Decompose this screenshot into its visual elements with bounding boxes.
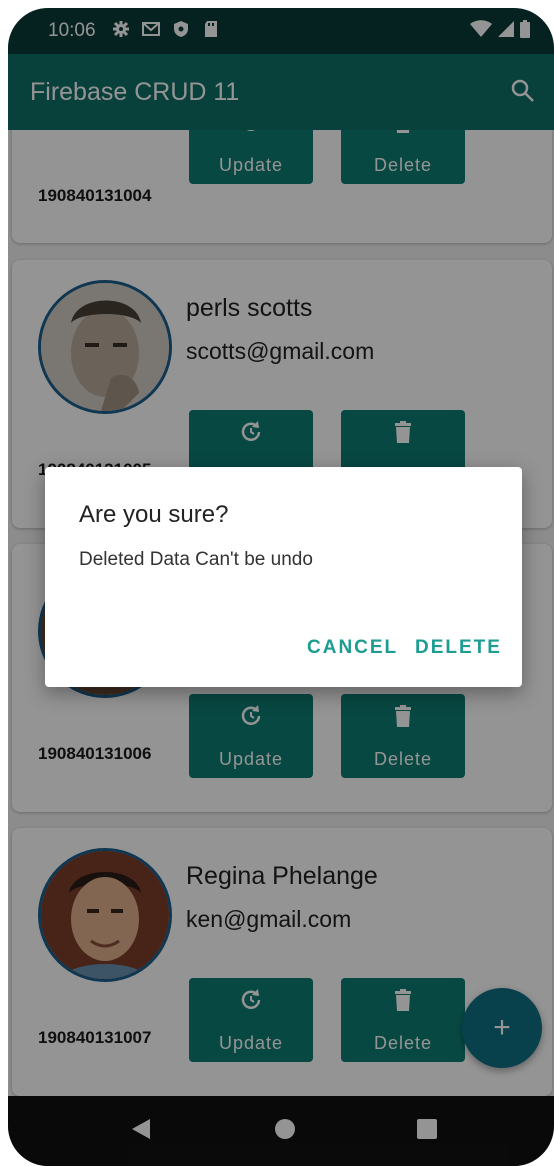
dialog-message: Deleted Data Can't be undo — [79, 549, 313, 570]
phone-frame: 10:06 Firebase CRUD 11 190840131004 Upda… — [0, 0, 554, 1166]
confirm-delete-dialog: Are you sure? Deleted Data Can't be undo… — [45, 467, 522, 687]
dialog-title: Are you sure? — [79, 501, 229, 528]
confirm-delete-button[interactable]: DELETE — [415, 637, 502, 659]
cancel-button[interactable]: CANCEL — [307, 637, 398, 659]
screen: 10:06 Firebase CRUD 11 190840131004 Upda… — [8, 8, 554, 1166]
